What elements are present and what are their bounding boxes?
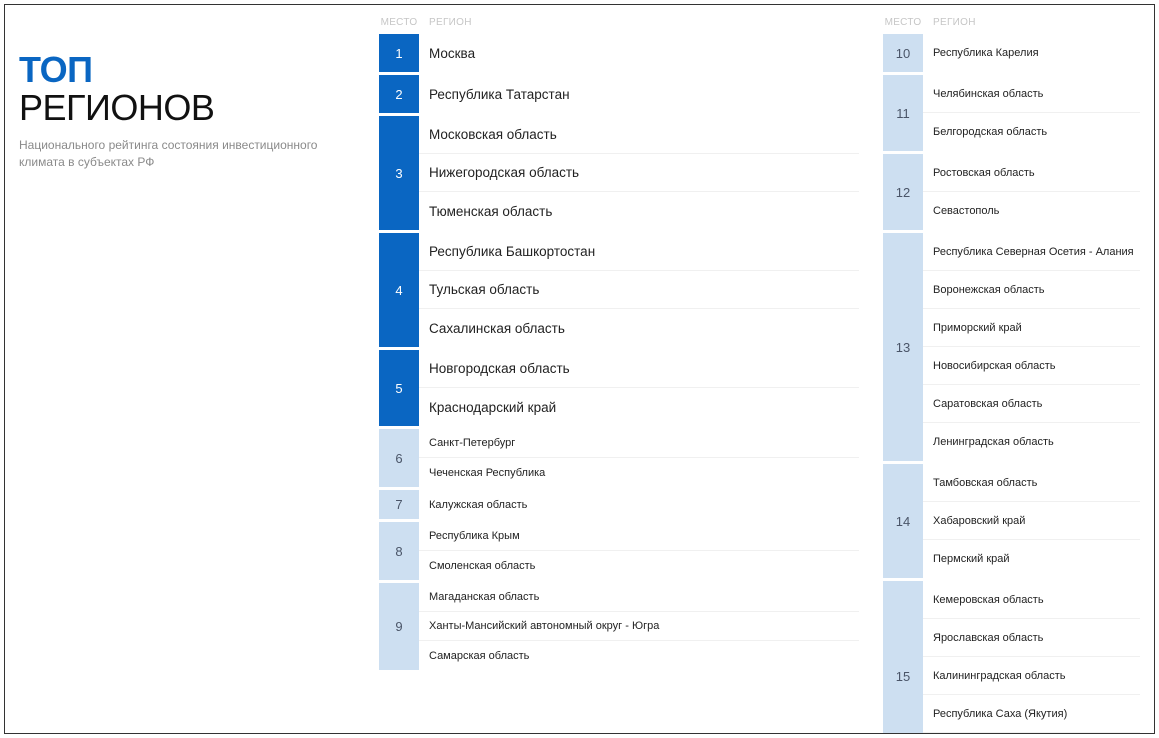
rank-cell: 15 bbox=[883, 581, 923, 734]
region-row: Самарская область bbox=[419, 641, 859, 670]
rank-group: 5Новгородская областьКраснодарский край bbox=[379, 350, 859, 426]
rank-cell: 5 bbox=[379, 350, 419, 426]
region-row: Челябинская область bbox=[923, 75, 1140, 113]
region-row: Липецкая область bbox=[923, 733, 1140, 734]
region-row: Ростовская область bbox=[923, 154, 1140, 192]
region-row: Тульская область bbox=[419, 271, 859, 309]
region-row: Республика Крым bbox=[419, 522, 859, 551]
rank-group: 4Республика БашкортостанТульская область… bbox=[379, 233, 859, 347]
region-row: Ленинградская область bbox=[923, 423, 1140, 461]
region-row: Севастополь bbox=[923, 192, 1140, 230]
rank-group: 12Ростовская областьСевастополь bbox=[883, 154, 1140, 230]
regions-cell: Калужская область bbox=[419, 490, 859, 519]
rank-cell: 3 bbox=[379, 116, 419, 230]
region-row: Республика Северная Осетия - Алания bbox=[923, 233, 1140, 271]
rank-group: 9Магаданская областьХанты-Мансийский авт… bbox=[379, 583, 859, 670]
region-row: Белгородская область bbox=[923, 113, 1140, 151]
regions-cell: Санкт-ПетербургЧеченская Республика bbox=[419, 429, 859, 487]
header-region: РЕГИОН bbox=[419, 17, 472, 28]
rank-group: 15Кемеровская областьЯрославская область… bbox=[883, 581, 1140, 734]
rank-cell: 11 bbox=[883, 75, 923, 151]
rank-cell: 12 bbox=[883, 154, 923, 230]
regions-cell: Магаданская областьХанты-Мансийский авто… bbox=[419, 583, 859, 670]
region-row: Смоленская область bbox=[419, 551, 859, 580]
title-top: ТОП bbox=[19, 49, 359, 91]
region-row: Ярославская область bbox=[923, 619, 1140, 657]
header-rank: МЕСТО bbox=[379, 17, 419, 28]
region-row: Новосибирская область bbox=[923, 347, 1140, 385]
subtitle: Национального рейтинга состояния инвести… bbox=[19, 137, 359, 171]
header-region: РЕГИОН bbox=[923, 17, 976, 28]
regions-cell: Москва bbox=[419, 34, 859, 72]
region-row: Краснодарский край bbox=[419, 388, 859, 426]
region-row: Калужская область bbox=[419, 490, 859, 519]
regions-cell: Московская областьНижегородская областьТ… bbox=[419, 116, 859, 230]
regions-cell: Тамбовская областьХабаровский крайПермск… bbox=[923, 464, 1140, 578]
rank-cell: 13 bbox=[883, 233, 923, 461]
rank-cell: 6 bbox=[379, 429, 419, 487]
ranking-columns: МЕСТО РЕГИОН 1Москва2Республика Татарста… bbox=[379, 17, 1140, 721]
rank-cell: 14 bbox=[883, 464, 923, 578]
regions-cell: Республика Карелия bbox=[923, 34, 1140, 72]
column-header: МЕСТО РЕГИОН bbox=[883, 17, 1140, 34]
region-row: Республика Саха (Якутия) bbox=[923, 695, 1140, 733]
regions-cell: Ростовская областьСевастополь bbox=[923, 154, 1140, 230]
region-row: Саратовская область bbox=[923, 385, 1140, 423]
rank-group: 8Республика КрымСмоленская область bbox=[379, 522, 859, 580]
region-row: Нижегородская область bbox=[419, 154, 859, 192]
rank-cell: 7 bbox=[379, 490, 419, 519]
rank-group: 2Республика Татарстан bbox=[379, 75, 859, 113]
rank-group: 7Калужская область bbox=[379, 490, 859, 519]
region-row: Воронежская область bbox=[923, 271, 1140, 309]
region-row: Санкт-Петербург bbox=[419, 429, 859, 458]
title-bottom: РЕГИОНОВ bbox=[19, 87, 359, 129]
rank-cell: 8 bbox=[379, 522, 419, 580]
rank-cell: 1 bbox=[379, 34, 419, 72]
regions-cell: Кемеровская областьЯрославская областьКа… bbox=[923, 581, 1140, 734]
region-row: Калининградская область bbox=[923, 657, 1140, 695]
region-row: Тамбовская область bbox=[923, 464, 1140, 502]
regions-cell: Республика Татарстан bbox=[419, 75, 859, 113]
title-panel: ТОП РЕГИОНОВ Национального рейтинга сост… bbox=[19, 17, 359, 721]
regions-cell: Республика КрымСмоленская область bbox=[419, 522, 859, 580]
regions-cell: Республика Северная Осетия - АланияВорон… bbox=[923, 233, 1140, 461]
rank-group: 14Тамбовская областьХабаровский крайПерм… bbox=[883, 464, 1140, 578]
ranking-column-right: МЕСТО РЕГИОН 10Республика Карелия11Челяб… bbox=[883, 17, 1140, 721]
region-row: Чеченская Республика bbox=[419, 458, 859, 487]
region-row: Москва bbox=[419, 34, 859, 72]
rank-cell: 4 bbox=[379, 233, 419, 347]
region-row: Республика Башкортостан bbox=[419, 233, 859, 271]
rank-group: 6Санкт-ПетербургЧеченская Республика bbox=[379, 429, 859, 487]
rank-cell: 2 bbox=[379, 75, 419, 113]
region-row: Магаданская область bbox=[419, 583, 859, 612]
region-row: Кемеровская область bbox=[923, 581, 1140, 619]
rank-group: 11Челябинская областьБелгородская област… bbox=[883, 75, 1140, 151]
region-row: Сахалинская область bbox=[419, 309, 859, 347]
regions-cell: Челябинская областьБелгородская область bbox=[923, 75, 1140, 151]
region-row: Приморский край bbox=[923, 309, 1140, 347]
rank-cell: 9 bbox=[379, 583, 419, 670]
ranking-column-left: МЕСТО РЕГИОН 1Москва2Республика Татарста… bbox=[379, 17, 859, 721]
region-row: Новгородская область bbox=[419, 350, 859, 388]
region-row: Пермский край bbox=[923, 540, 1140, 578]
header-rank: МЕСТО bbox=[883, 17, 923, 28]
region-row: Ханты-Мансийский автономный округ - Югра bbox=[419, 612, 859, 641]
region-row: Московская область bbox=[419, 116, 859, 154]
rank-cell: 10 bbox=[883, 34, 923, 72]
rank-group: 3Московская областьНижегородская область… bbox=[379, 116, 859, 230]
rank-group: 10Республика Карелия bbox=[883, 34, 1140, 72]
rank-group: 13Республика Северная Осетия - АланияВор… bbox=[883, 233, 1140, 461]
region-row: Тюменская область bbox=[419, 192, 859, 230]
column-header: МЕСТО РЕГИОН bbox=[379, 17, 859, 34]
region-row: Хабаровский край bbox=[923, 502, 1140, 540]
regions-cell: Республика БашкортостанТульская областьС… bbox=[419, 233, 859, 347]
ranking-container: ТОП РЕГИОНОВ Национального рейтинга сост… bbox=[4, 4, 1155, 734]
rank-group: 1Москва bbox=[379, 34, 859, 72]
regions-cell: Новгородская областьКраснодарский край bbox=[419, 350, 859, 426]
region-row: Республика Карелия bbox=[923, 34, 1140, 72]
region-row: Республика Татарстан bbox=[419, 75, 859, 113]
